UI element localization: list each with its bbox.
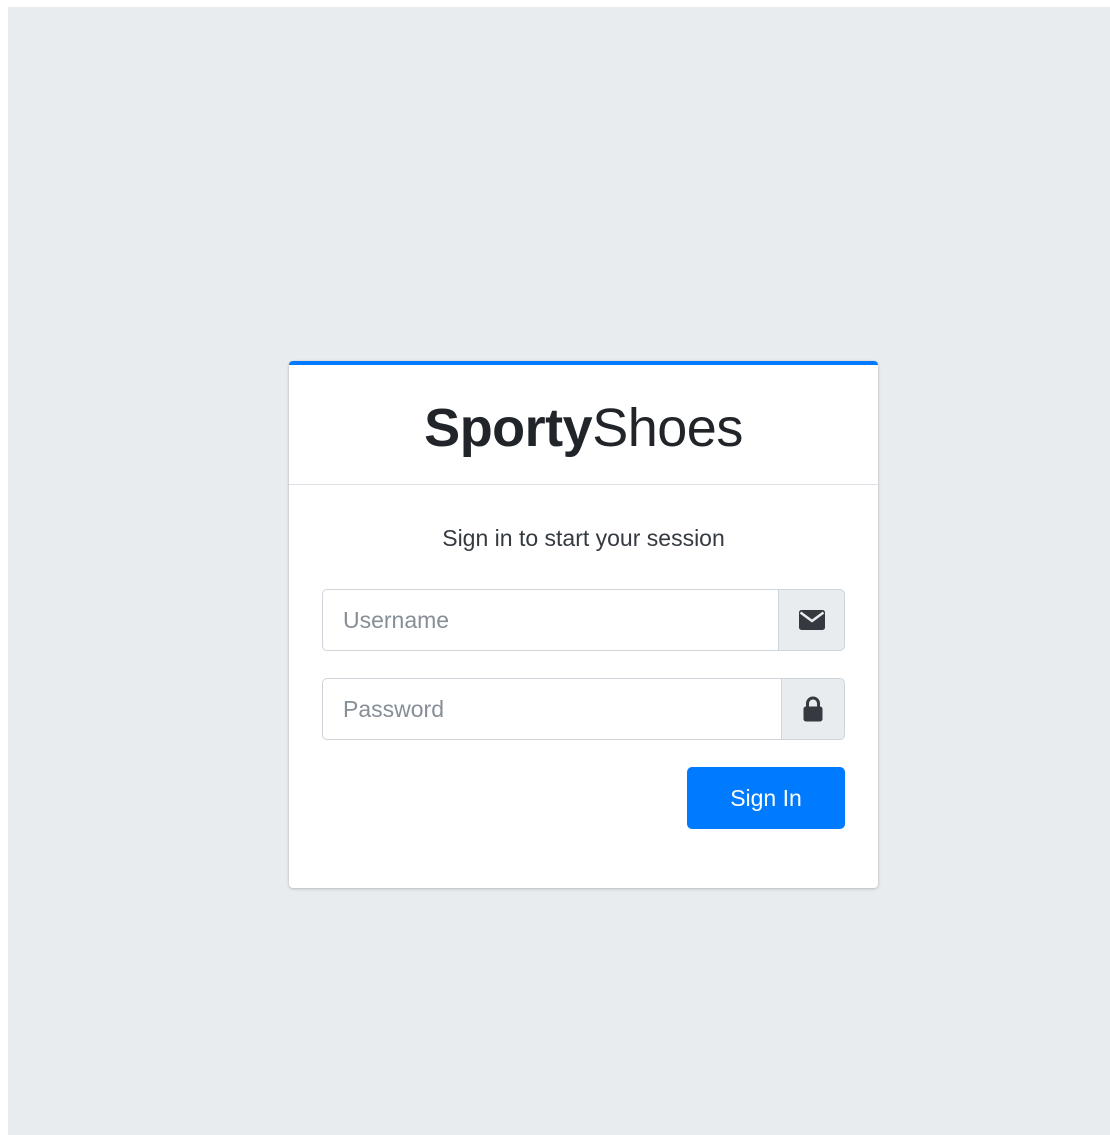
lock-icon	[803, 696, 823, 722]
login-message: Sign in to start your session	[442, 525, 725, 551]
username-input[interactable]	[322, 589, 778, 651]
username-addon	[778, 589, 845, 651]
brand-name-bold: Sporty	[424, 397, 593, 458]
brand-name-light: Shoes	[592, 397, 743, 458]
password-input-group	[322, 678, 845, 740]
password-addon	[781, 678, 845, 740]
username-input-group	[322, 589, 845, 651]
login-card-header: SportyShoes	[289, 365, 878, 485]
sign-in-button[interactable]: Sign In	[687, 767, 845, 829]
login-card: SportyShoes Sign in to start your sessio…	[289, 361, 878, 888]
login-actions: Sign In	[322, 767, 845, 829]
envelope-icon	[798, 610, 825, 630]
password-input[interactable]	[322, 678, 781, 740]
login-card-body: Sign in to start your session Sign In	[289, 523, 878, 829]
brand-logo-link[interactable]: SportyShoes	[424, 397, 743, 459]
